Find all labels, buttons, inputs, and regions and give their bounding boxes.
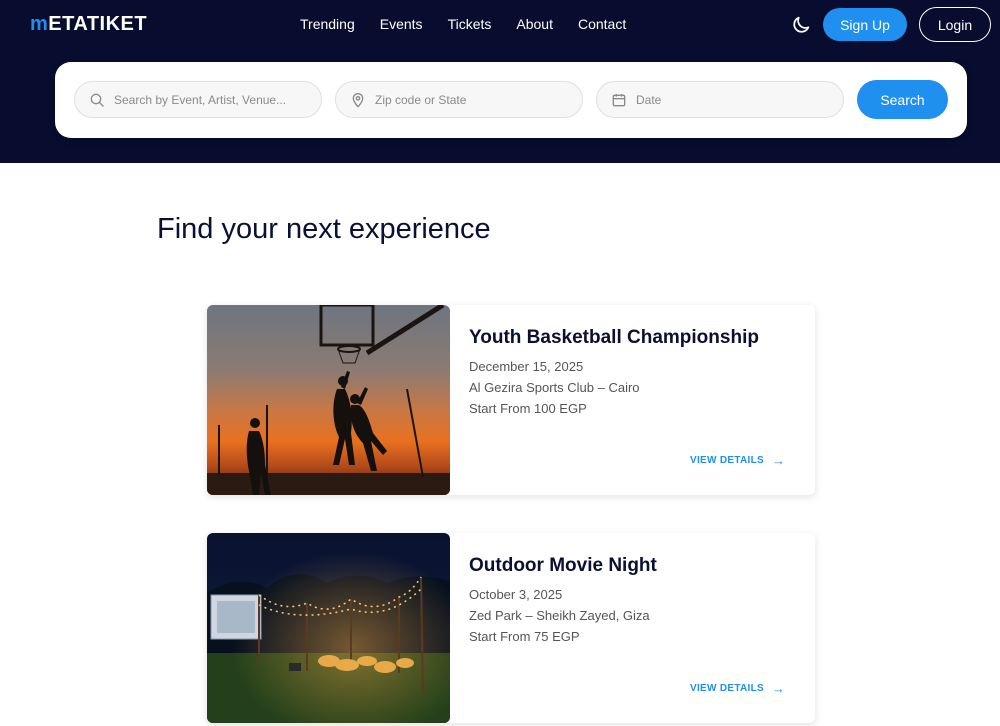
nav-about[interactable]: About xyxy=(516,14,553,34)
event-venue: Al Gezira Sports Club – Cairo xyxy=(469,380,640,395)
logo-text: ETATIKET xyxy=(48,13,148,35)
arrow-right-icon: → xyxy=(771,453,786,468)
login-button[interactable]: Login xyxy=(919,7,991,42)
event-search-field[interactable] xyxy=(74,81,322,118)
event-image-basketball[interactable] xyxy=(207,305,450,495)
date-field[interactable] xyxy=(596,81,844,118)
page-heading: Find your next experience xyxy=(157,213,491,245)
view-details-link[interactable]: VIEW DETAILS → xyxy=(690,681,785,696)
location-input[interactable] xyxy=(375,92,565,107)
nav-tickets[interactable]: Tickets xyxy=(448,14,492,34)
event-price: Start From 75 EGP xyxy=(469,629,580,644)
search-button[interactable]: Search xyxy=(857,80,948,119)
view-details-link[interactable]: VIEW DETAILS → xyxy=(690,453,785,468)
arrow-right-icon: → xyxy=(771,681,786,696)
moon-icon[interactable] xyxy=(790,14,812,36)
event-title: Outdoor Movie Night xyxy=(469,555,657,576)
event-title: Youth Basketball Championship xyxy=(469,327,759,348)
main-nav: Trending Events Tickets About Contact xyxy=(300,14,651,34)
event-card[interactable]: Outdoor Movie Night October 3, 2025 Zed … xyxy=(207,533,815,723)
date-input[interactable] xyxy=(636,92,826,107)
signup-button[interactable]: Sign Up xyxy=(823,8,907,41)
location-pin-icon xyxy=(352,92,364,108)
view-details-label: VIEW DETAILS xyxy=(690,683,764,694)
search-icon xyxy=(90,93,104,107)
event-venue: Zed Park – Sheikh Zayed, Giza xyxy=(469,608,650,623)
logo[interactable]: mETATIKET xyxy=(30,12,147,36)
nav-trending[interactable]: Trending xyxy=(300,14,355,34)
event-search-input[interactable] xyxy=(114,92,304,107)
nav-contact[interactable]: Contact xyxy=(578,14,626,34)
event-card[interactable]: Youth Basketball Championship December 1… xyxy=(207,305,815,495)
header: mETATIKET Trending Events Tickets About … xyxy=(0,0,1000,163)
calendar-icon xyxy=(612,93,626,106)
location-field[interactable] xyxy=(335,81,583,118)
search-bar: Search xyxy=(55,62,967,138)
event-date: October 3, 2025 xyxy=(469,587,563,602)
event-price: Start From 100 EGP xyxy=(469,401,587,416)
logo-accent-letter: m xyxy=(30,13,49,35)
nav-events[interactable]: Events xyxy=(380,14,423,34)
view-details-label: VIEW DETAILS xyxy=(690,455,764,466)
event-image-movie-night[interactable] xyxy=(207,533,450,723)
event-date: December 15, 2025 xyxy=(469,359,584,374)
